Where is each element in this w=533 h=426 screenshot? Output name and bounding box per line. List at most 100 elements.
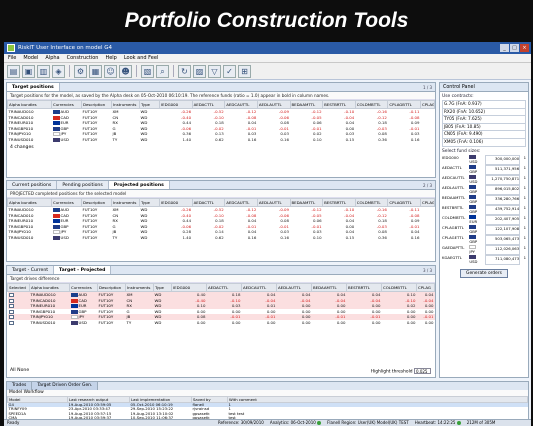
column-header[interactable]: IEDG000 (159, 198, 193, 207)
fund-size[interactable]: 711,080,473 (484, 254, 521, 265)
checkbox[interactable] (8, 315, 14, 320)
chart-icon[interactable]: ▥ (37, 64, 50, 78)
portfolio-icon[interactable]: ◈ (52, 64, 65, 78)
column-header[interactable]: Description (97, 283, 126, 292)
column-header[interactable]: COLDMBTTL (354, 198, 389, 207)
fund-size[interactable]: 503,065,473 (484, 234, 521, 245)
column-header[interactable]: Selected (7, 283, 30, 292)
column-header[interactable]: AEDLAUTTL (256, 198, 291, 207)
checkbox[interactable] (8, 298, 14, 303)
select-all-none[interactable]: All None (7, 366, 29, 375)
menu-model[interactable]: Model (23, 54, 38, 62)
check-icon[interactable]: ✓ (223, 64, 236, 78)
contract-item[interactable]: TY05 (FnA: 7.625) (442, 116, 526, 124)
column-header[interactable]: BESTBRTTL (346, 283, 382, 292)
column-header[interactable]: Type (139, 100, 160, 109)
fund-row[interactable]: COLDMBTTL EUR 202,407,905 1 (442, 214, 526, 225)
calendar-icon[interactable]: ▨ (193, 64, 206, 78)
people-icon[interactable]: ☺ (104, 64, 117, 78)
column-header[interactable]: CPLAG (416, 283, 435, 292)
column-header[interactable]: AEDCAUTTL (224, 198, 258, 207)
difference-row[interactable]: TRINUSD010 USD FUT10Y TY WD 0.00 0.00 0.00 0.00 0… (8, 320, 435, 326)
fund-row[interactable]: AEDACTTL GBP 511,371,956 1 (442, 164, 526, 175)
fund-size[interactable]: 300,000,000 (484, 154, 521, 165)
fund-row[interactable]: CPLAGETTL GBP 503,065,473 1 (442, 234, 526, 245)
column-header[interactable]: BEDAAMTTL (289, 198, 324, 207)
fund-row[interactable]: AEDLAUTTL GBP 896,015,802 1 (442, 184, 526, 195)
tab-projected-positions[interactable]: Projected positions (108, 181, 170, 189)
column-header[interactable]: AEDACTTL (191, 198, 226, 207)
tab-target-positions[interactable]: Target positions (7, 83, 60, 91)
column-header[interactable]: Type (139, 198, 160, 207)
column-header[interactable]: Currencies (69, 283, 98, 292)
column-header[interactable]: Alpha bundles (7, 100, 52, 109)
tab-target-projected[interactable]: Target - Projected (54, 266, 112, 274)
column-header[interactable]: COLDMBTTL (381, 283, 417, 292)
column-header[interactable]: Alpha bundles (7, 198, 52, 207)
fund-size[interactable]: 122,107,908 (484, 224, 521, 235)
menu-file[interactable]: File (8, 54, 16, 62)
selected-cell[interactable] (8, 320, 30, 326)
highlight-threshold-input[interactable]: 0.025 (414, 367, 431, 374)
gear-icon[interactable]: ⚙ (74, 64, 87, 78)
column-header[interactable]: Description (81, 100, 112, 109)
column-header[interactable]: Description (81, 198, 112, 207)
fund-row[interactable]: BEDAAMTTL GBP 336,280,766 1 (442, 194, 526, 205)
tab-pending-positions[interactable]: Pending positions (57, 181, 109, 189)
report-icon[interactable]: ▧ (141, 64, 154, 78)
column-header[interactable]: IEDG000 (159, 100, 193, 109)
tab-trades[interactable]: Trades (7, 382, 33, 390)
tab-target-current[interactable]: Target - Current (7, 266, 55, 274)
close-icon[interactable]: × (520, 44, 529, 52)
column-header[interactable]: CPLAGBTTL (387, 198, 421, 207)
projected-row[interactable]: TRINUSD010 USD FUT10Y TY WD 1.40 0.62 0.16 0.16 0… (8, 235, 435, 241)
menu-construction[interactable]: Construction (67, 54, 99, 62)
fund-row[interactable]: GAEDAPTTL JPY 112,026,063 1 (442, 244, 526, 255)
column-header[interactable]: BEDAAMTTL (311, 283, 347, 292)
fund-size[interactable]: 202,407,905 (484, 214, 521, 225)
column-header[interactable]: CPLAGE (420, 100, 435, 109)
column-header[interactable]: Currencies (51, 198, 82, 207)
checkbox[interactable] (8, 293, 14, 297)
save-icon[interactable]: ▣ (22, 64, 35, 78)
fund-size[interactable]: 896,015,802 (484, 184, 521, 195)
export-icon[interactable]: ⊞ (238, 64, 251, 78)
filter-icon[interactable]: ▽ (208, 64, 221, 78)
column-header[interactable]: AEDCAUTTL (241, 283, 277, 292)
maximize-icon[interactable]: □ (510, 44, 519, 52)
checkbox[interactable] (8, 304, 14, 309)
fund-size[interactable]: 336,280,766 (484, 194, 521, 205)
column-header[interactable]: Currencies (51, 100, 82, 109)
contract-item[interactable]: G.7G (FnA: 0.937) (442, 100, 526, 109)
column-header[interactable]: Type (153, 283, 172, 292)
column-header[interactable]: COLDMBTTL (354, 100, 389, 109)
column-header[interactable]: BESTBRTTL (322, 100, 356, 109)
fund-row[interactable]: BESTBRTTL GBP 439,752,914 1 (442, 204, 526, 215)
column-header[interactable]: Instruments (111, 198, 140, 207)
column-header[interactable]: Instruments (125, 283, 154, 292)
column-header[interactable]: AEDACTTL (191, 100, 226, 109)
fund-size[interactable]: 1,270,750,871 (484, 174, 521, 185)
contract-item[interactable]: RX20 (FnA: 10.652) (442, 108, 526, 117)
column-header[interactable]: IEDG000 (171, 283, 207, 292)
fund-size[interactable]: 112,026,063 (484, 244, 521, 255)
fund-row[interactable]: IEDG000 USD 300,000,000 1 (442, 154, 526, 165)
minimize-icon[interactable]: _ (500, 44, 509, 52)
fund-size[interactable]: 511,371,956 (484, 164, 521, 175)
fund-row[interactable]: AEDCAUTTL USD 1,270,750,871 1 (442, 174, 526, 185)
contract-item[interactable]: XM05 (FnA: 0.106) (442, 138, 526, 147)
generate-orders-button[interactable]: Generate orders (460, 268, 508, 278)
column-header[interactable]: CPLAGE (420, 198, 435, 207)
checkbox[interactable] (8, 309, 14, 314)
checkbox[interactable] (8, 320, 14, 325)
menu-alpha[interactable]: Alpha (45, 54, 59, 62)
menu-help[interactable]: Help (105, 54, 116, 62)
column-header[interactable]: AEDLAUTTL (276, 283, 312, 292)
fund-row[interactable]: KGAEGTTL USD 711,080,473 1 (442, 254, 526, 265)
tab-target-driven-order-gen[interactable]: Target Driven Order Gen. (32, 382, 99, 390)
open-icon[interactable]: ▤ (7, 64, 20, 78)
search-icon[interactable]: ⌕ (156, 64, 169, 78)
column-header[interactable]: BESTBRTTL (322, 198, 356, 207)
refresh-icon[interactable]: ↻ (178, 64, 191, 78)
menu-look-and-feel[interactable]: Look and Feel (124, 54, 158, 62)
